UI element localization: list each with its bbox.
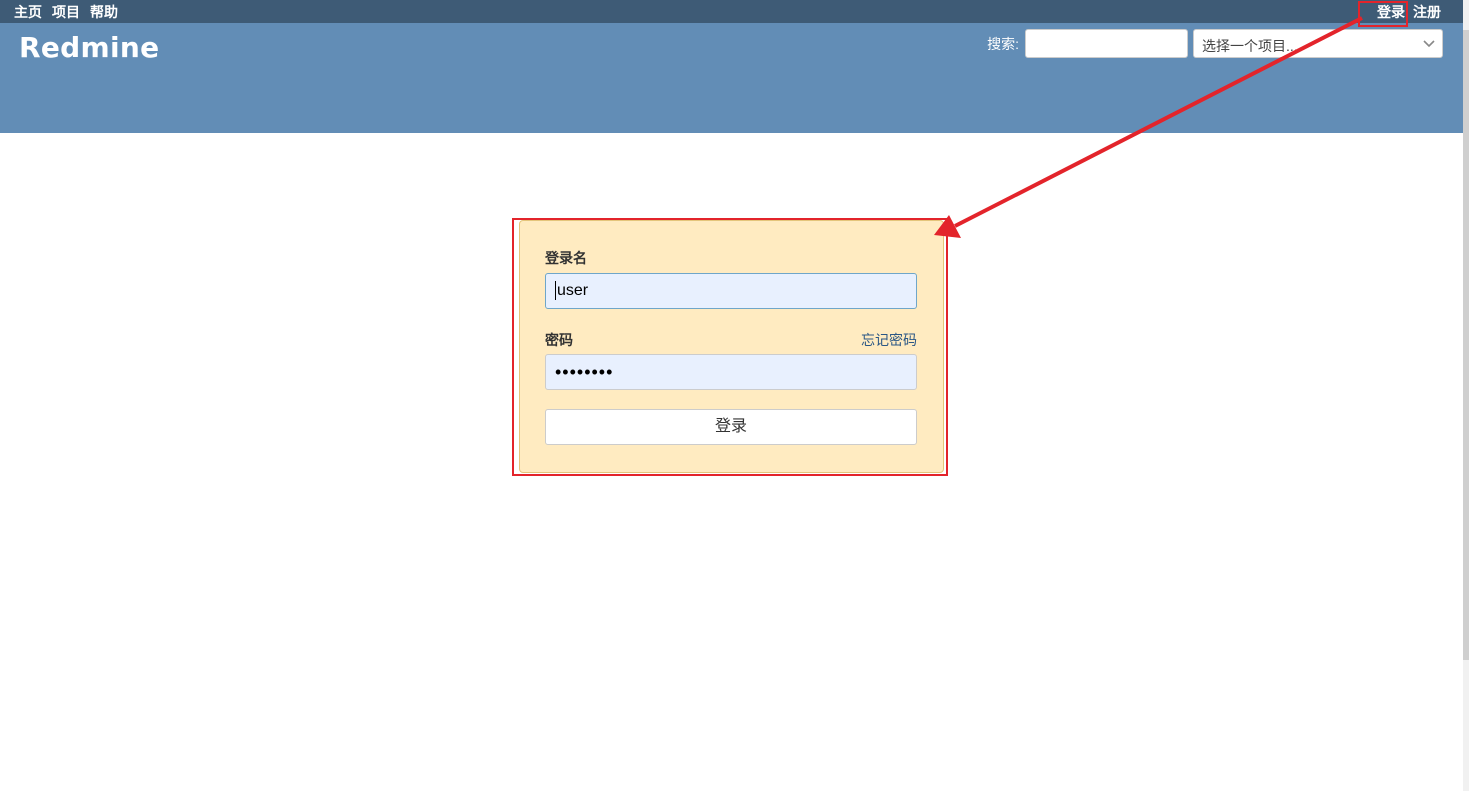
scrollbar[interactable] <box>1463 0 1469 791</box>
menu-help-link[interactable]: 帮助 <box>90 4 118 20</box>
menu-login-highlight <box>1358 1 1408 27</box>
scrollbar-thumb[interactable] <box>1463 30 1469 660</box>
top-menu: 主页 项目 帮助 登录 注册 <box>0 0 1463 23</box>
top-menu-left: 主页 项目 帮助 <box>14 4 118 20</box>
project-jump-text: 选择一个项目... <box>1202 38 1298 54</box>
search-input[interactable] <box>1025 29 1188 58</box>
quick-search: 搜索: 选择一个项目... <box>987 29 1443 58</box>
menu-home-link[interactable]: 主页 <box>14 4 42 20</box>
menu-register-link[interactable]: 注册 <box>1413 4 1441 20</box>
project-jump-select[interactable]: 选择一个项目... <box>1193 29 1443 58</box>
site-title: Redmine <box>19 31 160 64</box>
menu-projects-link[interactable]: 项目 <box>52 4 80 20</box>
search-label: 搜索: <box>987 35 1019 52</box>
header: Redmine 搜索: 选择一个项目... <box>0 23 1463 133</box>
chevron-down-icon <box>1423 40 1435 48</box>
login-form-highlight <box>512 218 948 476</box>
